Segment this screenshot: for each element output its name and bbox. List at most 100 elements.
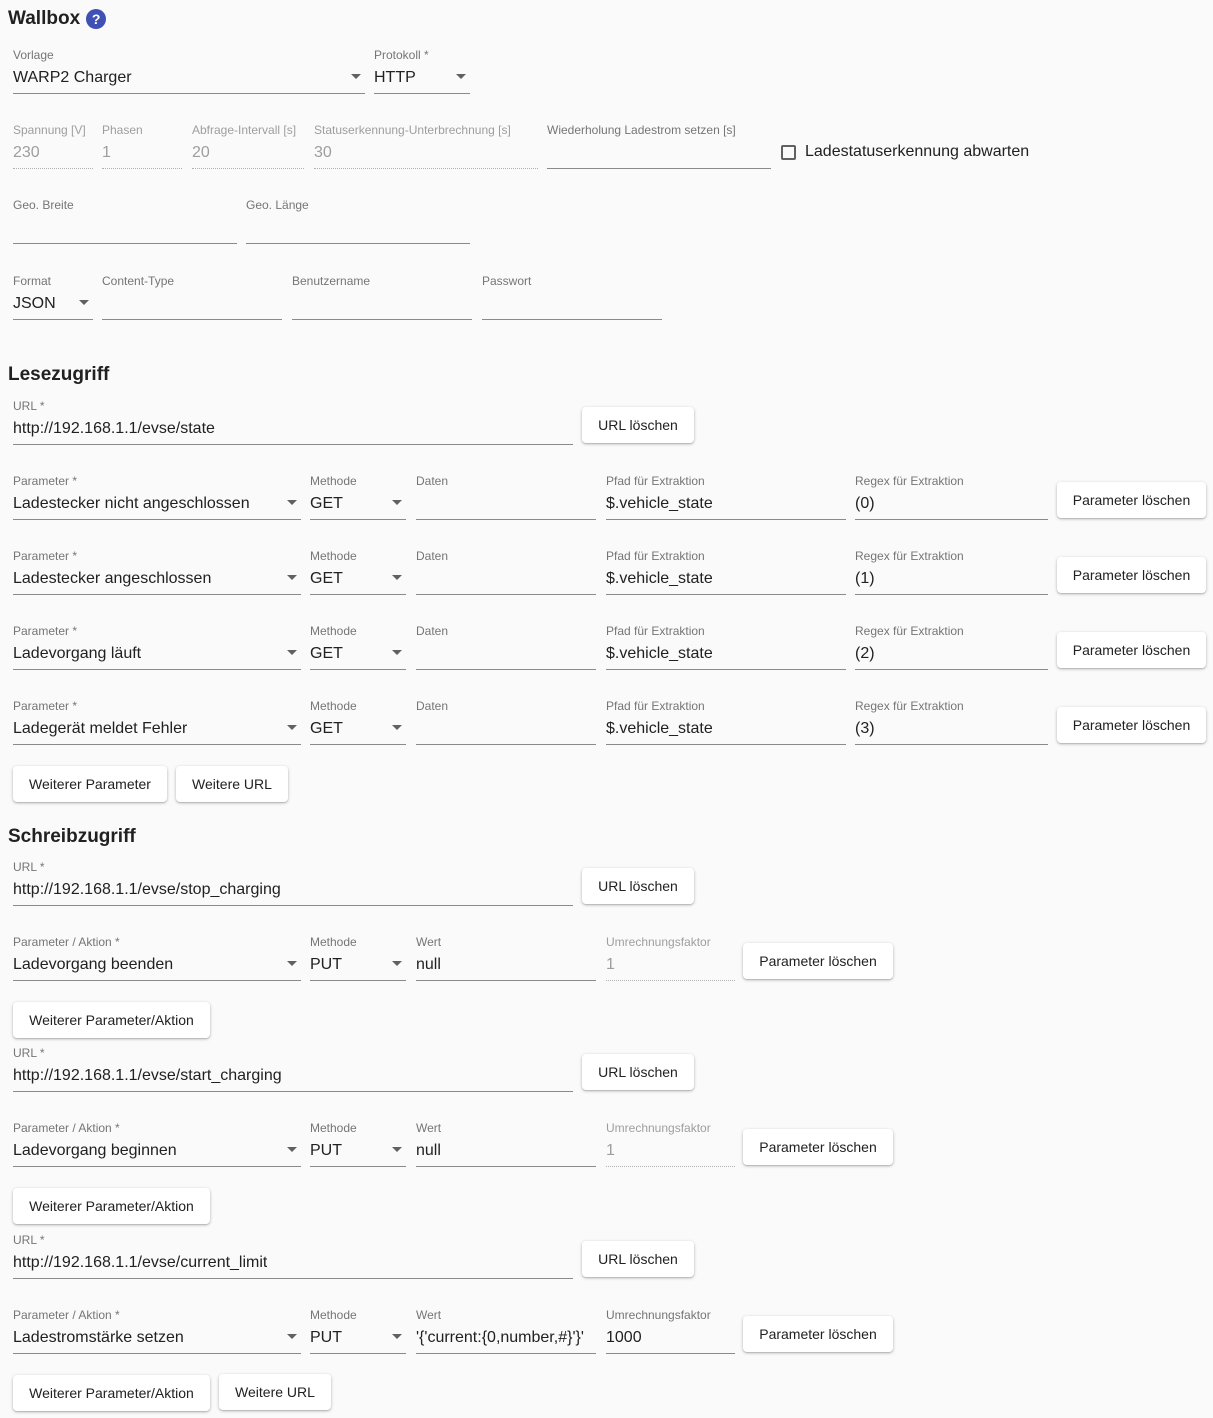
passwort-field[interactable]: Passwort (482, 274, 662, 320)
wert-field-value: '{'current:{0,number,#}'}' (416, 1329, 584, 1346)
wiederholung-field[interactable]: Wiederholung Ladestrom setzen [s] (547, 123, 771, 169)
aktion-select-label: Parameter / Aktion * (13, 935, 120, 949)
faktor-field[interactable]: Umrechnungsfaktor 1 (606, 935, 735, 981)
abfrage-intervall-field[interactable]: Abfrage-Intervall [s] 20 (192, 123, 304, 169)
spannung-field[interactable]: Spannung [V] 230 (13, 123, 93, 169)
parameter-delete-button[interactable]: Parameter löschen (743, 1316, 893, 1352)
pfad-field[interactable]: Pfad für Extraktion $.vehicle_state (606, 474, 846, 520)
geo-breite-field[interactable]: Geo. Breite (13, 198, 237, 244)
methode-select-value: GET (310, 645, 343, 662)
parameter-select-label: Parameter * (13, 474, 78, 488)
wert-field[interactable]: Wert null (416, 935, 596, 981)
regex-field-label: Regex für Extraktion (855, 699, 964, 713)
abfrage-intervall-label: Abfrage-Intervall [s] (192, 123, 297, 137)
chevron-down-icon (456, 74, 466, 79)
checkbox-icon[interactable] (781, 144, 796, 160)
more-parameter-aktion-button[interactable]: Weiterer Parameter/Aktion (13, 1002, 210, 1038)
regex-field[interactable]: Regex für Extraktion (1) (855, 549, 1048, 595)
chevron-down-icon (392, 575, 402, 580)
help-icon[interactable]: ? (86, 9, 107, 29)
daten-field[interactable]: Daten (416, 549, 596, 595)
methode-select-value: PUT (310, 1142, 342, 1159)
statuserkennung-field[interactable]: Statuserkennung-Unterbrechnung [s] 30 (314, 123, 538, 169)
parameter-select[interactable]: Parameter * Ladestecker angeschlossen (13, 549, 301, 595)
daten-field-label: Daten (416, 699, 449, 713)
chevron-down-icon (351, 74, 361, 79)
statuserkennung-label: Statuserkennung-Unterbrechnung [s] (314, 123, 511, 137)
parameter-select-label: Parameter * (13, 699, 78, 713)
parameter-delete-button[interactable]: Parameter löschen (1057, 482, 1206, 518)
chevron-down-icon (392, 961, 402, 966)
regex-field[interactable]: Regex für Extraktion (0) (855, 474, 1048, 520)
lese-url-field[interactable]: URL * http://192.168.1.1/evse/state (13, 399, 573, 445)
more-url-button[interactable]: Weitere URL (176, 766, 288, 802)
url-delete-button[interactable]: URL löschen (582, 1054, 694, 1090)
faktor-field[interactable]: Umrechnungsfaktor 1 (606, 1121, 735, 1167)
abfrage-intervall-value: 20 (192, 144, 210, 161)
chevron-down-icon (287, 725, 297, 730)
wert-field[interactable]: Wert null (416, 1121, 596, 1167)
pfad-field-label: Pfad für Extraktion (606, 549, 705, 563)
parameter-delete-button[interactable]: Parameter löschen (1057, 707, 1206, 743)
daten-field[interactable]: Daten (416, 474, 596, 520)
parameter-select[interactable]: Parameter * Ladevorgang läuft (13, 624, 301, 670)
methode-select[interactable]: Methode GET (310, 474, 406, 520)
daten-field[interactable]: Daten (416, 624, 596, 670)
methode-select-label: Methode (310, 474, 357, 488)
more-parameter-aktion-button[interactable]: Weiterer Parameter/Aktion (13, 1188, 210, 1224)
url-delete-button[interactable]: URL löschen (582, 407, 694, 443)
pfad-field-value: $.vehicle_state (606, 645, 713, 662)
parameter-delete-button[interactable]: Parameter löschen (743, 943, 893, 979)
content-type-label: Content-Type (102, 274, 175, 288)
methode-select[interactable]: Methode PUT (310, 935, 406, 981)
aktion-select[interactable]: Parameter / Aktion * Ladevorgang beginnen (13, 1121, 301, 1167)
format-select[interactable]: Format JSON (13, 274, 93, 320)
parameter-select[interactable]: Parameter * Ladegerät meldet Fehler (13, 699, 301, 745)
aktion-select-label: Parameter / Aktion * (13, 1121, 120, 1135)
methode-select-label: Methode (310, 549, 357, 563)
regex-field-label: Regex für Extraktion (855, 549, 964, 563)
methode-select[interactable]: Methode PUT (310, 1308, 406, 1354)
methode-select[interactable]: Methode PUT (310, 1121, 406, 1167)
protokoll-select[interactable]: Protokoll * HTTP (374, 48, 470, 94)
regex-field[interactable]: Regex für Extraktion (2) (855, 624, 1048, 670)
statuserkennung-value: 30 (314, 144, 332, 161)
parameter-delete-button[interactable]: Parameter löschen (1057, 632, 1206, 668)
methode-select[interactable]: Methode GET (310, 624, 406, 670)
faktor-field[interactable]: Umrechnungsfaktor 1000 (606, 1308, 735, 1354)
schreib-url-field[interactable]: URL * http://192.168.1.1/evse/start_charg… (13, 1046, 573, 1092)
content-type-field[interactable]: Content-Type (102, 274, 282, 320)
more-url-button[interactable]: Weitere URL (219, 1374, 331, 1410)
vorlage-select[interactable]: Vorlage WARP2 Charger (13, 48, 365, 94)
geo-laenge-field[interactable]: Geo. Länge (246, 198, 470, 244)
benutzername-field[interactable]: Benutzername (292, 274, 472, 320)
aktion-select[interactable]: Parameter / Aktion * Ladevorgang beenden (13, 935, 301, 981)
pfad-field[interactable]: Pfad für Extraktion $.vehicle_state (606, 699, 846, 745)
schreib-url-field[interactable]: URL * http://192.168.1.1/evse/stop_chargi… (13, 860, 573, 906)
phasen-field[interactable]: Phasen 1 (102, 123, 182, 169)
url-delete-button[interactable]: URL löschen (582, 868, 694, 904)
ladestatus-checkbox[interactable]: Ladestatuserkennung abwarten (781, 143, 1029, 161)
wert-field[interactable]: Wert '{'current:{0,number,#}'}' (416, 1308, 596, 1354)
daten-field[interactable]: Daten (416, 699, 596, 745)
ladestatus-label: Ladestatuserkennung abwarten (805, 143, 1030, 160)
parameter-delete-button[interactable]: Parameter löschen (1057, 557, 1206, 593)
methode-select[interactable]: Methode GET (310, 699, 406, 745)
pfad-field-value: $.vehicle_state (606, 570, 713, 587)
pfad-field[interactable]: Pfad für Extraktion $.vehicle_state (606, 549, 846, 595)
url-delete-button[interactable]: URL löschen (582, 1241, 694, 1277)
chevron-down-icon (287, 1147, 297, 1152)
pfad-field[interactable]: Pfad für Extraktion $.vehicle_state (606, 624, 846, 670)
schreib-url-field[interactable]: URL * http://192.168.1.1/evse/current_lim… (13, 1233, 573, 1279)
aktion-select[interactable]: Parameter / Aktion * Ladestromstärke setz… (13, 1308, 301, 1354)
regex-field[interactable]: Regex für Extraktion (3) (855, 699, 1048, 745)
schreib-url-field-value: http://192.168.1.1/evse/start_charging (13, 1067, 282, 1084)
more-parameter-aktion-button[interactable]: Weiterer Parameter/Aktion (13, 1375, 210, 1411)
daten-field-label: Daten (416, 624, 449, 638)
parameter-select[interactable]: Parameter * Ladestecker nicht angeschloss… (13, 474, 301, 520)
parameter-delete-button[interactable]: Parameter löschen (743, 1129, 893, 1165)
methode-select[interactable]: Methode GET (310, 549, 406, 595)
more-parameter-button[interactable]: Weiterer Parameter (13, 766, 167, 802)
methode-select-label: Methode (310, 624, 357, 638)
phasen-label: Phasen (102, 123, 143, 137)
